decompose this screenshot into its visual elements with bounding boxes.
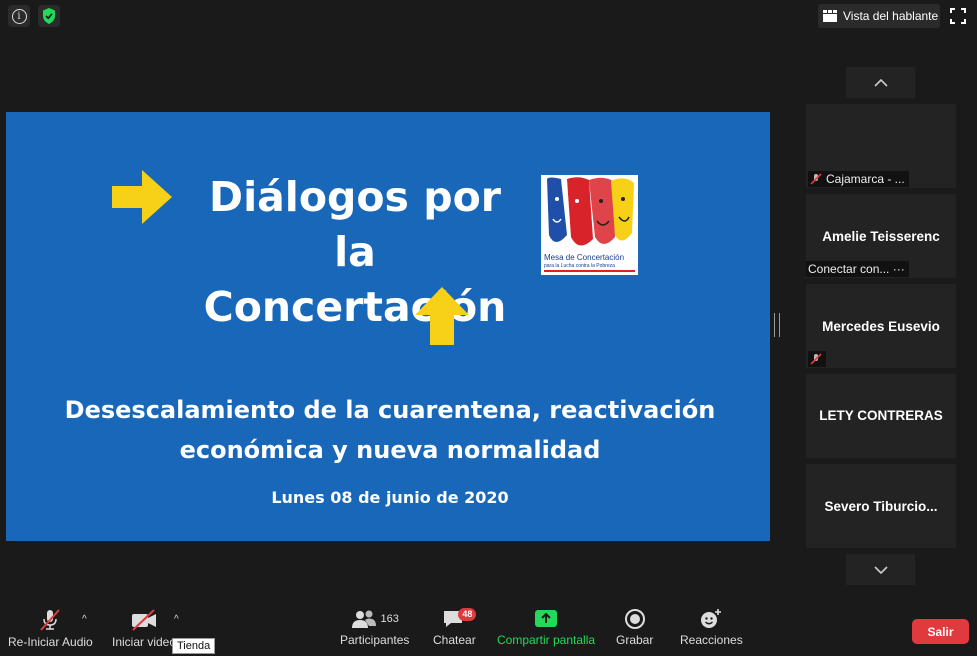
muted-mic-icon xyxy=(810,173,822,185)
leave-button[interactable]: Salir xyxy=(912,619,969,644)
speaker-view-label: Vista del hablante xyxy=(843,9,939,23)
audio-options-caret[interactable]: ^ xyxy=(82,614,87,625)
up-arrow-icon xyxy=(413,285,471,352)
participant-tag xyxy=(808,351,826,367)
chat-label: Chatear xyxy=(433,633,476,647)
participant-tag-text: Conectar con... ··· xyxy=(808,262,905,276)
reactions-label: Reacciones xyxy=(680,633,743,647)
audio-button[interactable]: Re-Iniciar Audio xyxy=(8,608,93,652)
video-label: Iniciar video xyxy=(112,635,177,649)
participant-name: LETY CONTRERAS xyxy=(819,408,943,423)
participant-tile[interactable]: Cajamarca - ... xyxy=(806,104,956,188)
participant-tile[interactable]: LETY CONTRERAS xyxy=(806,374,956,458)
chat-button[interactable]: 48 Chatear xyxy=(433,608,477,652)
video-options-caret[interactable]: ^ xyxy=(174,614,179,625)
participant-name: Mercedes Eusevio xyxy=(822,319,940,334)
slide-subtitle-line2: económica y nueva normalidad xyxy=(179,436,601,464)
participant-tag: Conectar con... ··· xyxy=(806,261,909,277)
right-arrow-icon xyxy=(110,168,174,231)
chat-badge: 48 xyxy=(458,608,477,621)
audio-label: Re-Iniciar Audio xyxy=(8,635,93,649)
video-button[interactable]: Iniciar video xyxy=(112,608,176,652)
tooltip: Tienda xyxy=(172,638,216,654)
participant-tile[interactable]: Mercedes Eusevio xyxy=(806,284,956,368)
participants-count: 163 xyxy=(380,613,399,625)
slide-subtitle-line1: Desescalamiento de la cuarentena, reacti… xyxy=(64,396,716,424)
reactions-icon xyxy=(701,609,722,628)
speaker-view-button[interactable]: Vista del hablante xyxy=(818,4,940,28)
share-screen-label: Compartir pantalla xyxy=(497,633,596,647)
participants-button[interactable]: 163 Participantes xyxy=(340,608,409,652)
record-label: Grabar xyxy=(616,633,654,647)
participant-tag-text: Cajamarca - ... xyxy=(826,172,905,186)
meeting-info-icon[interactable]: i xyxy=(8,5,30,27)
record-icon xyxy=(624,609,645,629)
record-button[interactable]: Grabar xyxy=(616,608,653,652)
share-screen-button[interactable]: Compartir pantalla xyxy=(497,608,595,652)
logo-title: Mesa de Concertación xyxy=(544,253,625,262)
participants-icon xyxy=(351,610,376,628)
participant-tag: Cajamarca - ... xyxy=(808,171,909,187)
reactions-button[interactable]: Reacciones xyxy=(680,608,743,652)
slide-subtitle: Desescalamiento de la cuarentena, reacti… xyxy=(40,390,740,470)
mesa-concertacion-logo: Mesa de Concertación para la Lucha contr… xyxy=(541,175,638,275)
participant-name: Severo Tiburcio... xyxy=(824,499,938,514)
muted-mic-icon xyxy=(40,609,61,631)
share-screen-icon xyxy=(535,610,558,627)
scroll-up-button[interactable] xyxy=(846,67,915,98)
video-off-icon xyxy=(132,609,157,631)
muted-mic-icon xyxy=(810,353,822,365)
participants-label: Participantes xyxy=(340,633,410,647)
scroll-down-button[interactable] xyxy=(846,554,915,585)
chevron-down-icon xyxy=(873,565,888,574)
participant-tile[interactable]: Amelie Teisserenc Conectar con... ··· xyxy=(806,194,956,278)
security-shield-icon[interactable] xyxy=(38,5,60,27)
fullscreen-icon[interactable] xyxy=(950,8,966,24)
slide-date: Lunes 08 de junio de 2020 xyxy=(271,488,509,507)
slide-title-line1: Diálogos por la xyxy=(209,173,501,276)
logo-underline xyxy=(544,270,635,272)
grid-icon xyxy=(823,10,837,22)
participant-name: Amelie Teisserenc xyxy=(822,229,940,244)
participant-tile[interactable]: Severo Tiburcio... xyxy=(806,464,956,548)
panel-resize-handle[interactable] xyxy=(774,313,780,337)
chevron-up-icon xyxy=(873,78,888,87)
